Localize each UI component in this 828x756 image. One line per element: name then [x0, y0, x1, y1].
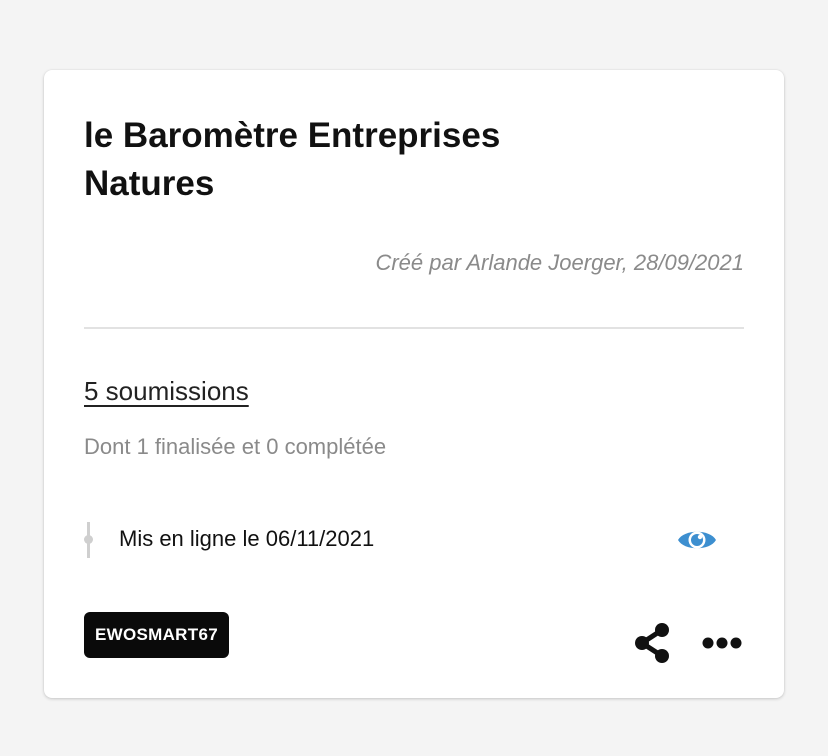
owner-tag: EWOSMART67	[84, 612, 229, 658]
divider	[84, 327, 744, 329]
survey-card: le Baromètre Entreprises Natures Créé pa…	[44, 70, 784, 698]
more-icon-svg	[702, 637, 742, 649]
timeline-dot	[84, 535, 93, 544]
submissions-detail: Dont 1 finalisée et 0 complétée	[84, 434, 387, 459]
eye-icon[interactable]	[676, 524, 718, 556]
published-date: Mis en ligne le 06/11/2021	[119, 526, 375, 551]
survey-title: le Baromètre Entreprises Natures	[84, 116, 501, 203]
share-icon[interactable]	[632, 620, 674, 666]
submissions-link[interactable]: 5 soumissions	[84, 376, 249, 407]
eye-icon-svg	[678, 531, 716, 549]
creator-info: Créé par Arlande Joerger, 28/09/2021	[375, 250, 744, 275]
timeline-marker	[84, 522, 93, 558]
more-horizontal-icon[interactable]	[700, 628, 746, 658]
share-icon-svg	[635, 623, 669, 663]
